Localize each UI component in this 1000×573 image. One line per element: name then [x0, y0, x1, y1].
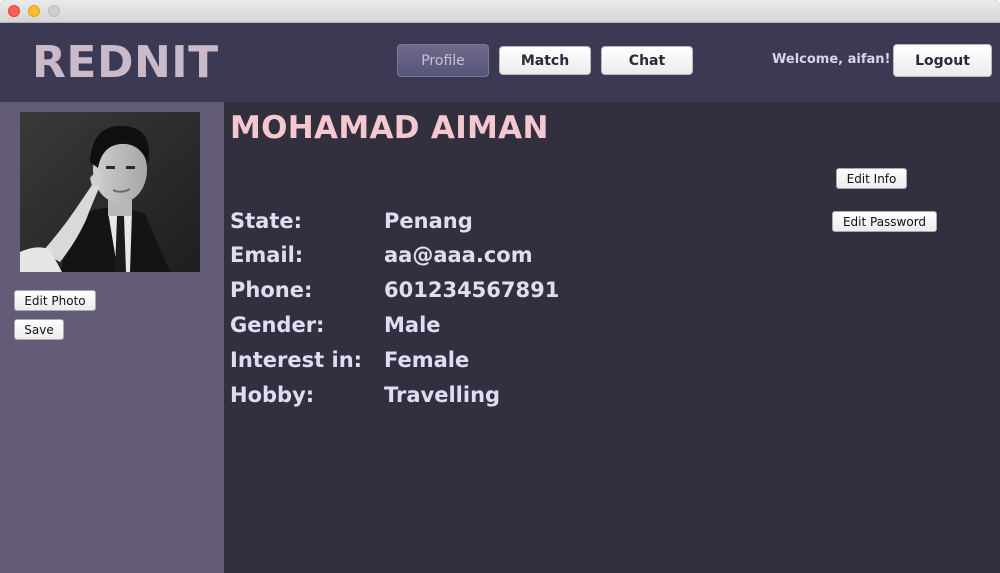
title-bar	[0, 0, 1000, 23]
profile-main: MOHAMAD AIMAN Edit Info Edit Password St…	[224, 102, 1000, 573]
minimize-window-button[interactable]	[28, 5, 40, 17]
nav-chat-button[interactable]: Chat	[601, 46, 693, 75]
close-window-button[interactable]	[8, 5, 20, 17]
edit-password-button[interactable]: Edit Password	[832, 211, 937, 232]
info-value: Male	[384, 313, 441, 337]
info-value: 601234567891	[384, 278, 560, 302]
maximize-window-button[interactable]	[48, 5, 60, 17]
profile-photo	[20, 112, 200, 272]
info-label: Email:	[230, 243, 304, 267]
info-label: Gender:	[230, 313, 325, 337]
info-label: Interest in:	[230, 348, 363, 372]
info-value: aa@aaa.com	[384, 243, 533, 267]
logout-button[interactable]: Logout	[893, 44, 992, 77]
info-value: Penang	[384, 209, 473, 233]
info-value: Travelling	[384, 383, 501, 407]
profile-photo-image	[20, 112, 200, 272]
nav-match-button[interactable]: Match	[499, 46, 591, 75]
info-label: State:	[230, 209, 303, 233]
app-logo: REDNIT	[32, 37, 219, 88]
edit-info-button[interactable]: Edit Info	[836, 168, 907, 189]
info-label: Hobby:	[230, 383, 315, 407]
info-value: Female	[384, 348, 470, 372]
app-header: REDNIT Profile Match Chat Welcome, aifan…	[0, 23, 1000, 103]
info-label: Phone:	[230, 278, 313, 302]
welcome-message: Welcome, aifan!	[772, 52, 891, 67]
profile-sidebar: Edit Photo Save	[0, 102, 224, 573]
nav-profile-button[interactable]: Profile	[397, 44, 489, 77]
profile-name: MOHAMAD AIMAN	[230, 110, 549, 146]
save-button[interactable]: Save	[14, 319, 64, 340]
edit-photo-button[interactable]: Edit Photo	[14, 290, 96, 311]
app-window: REDNIT Profile Match Chat Welcome, aifan…	[0, 0, 1000, 573]
